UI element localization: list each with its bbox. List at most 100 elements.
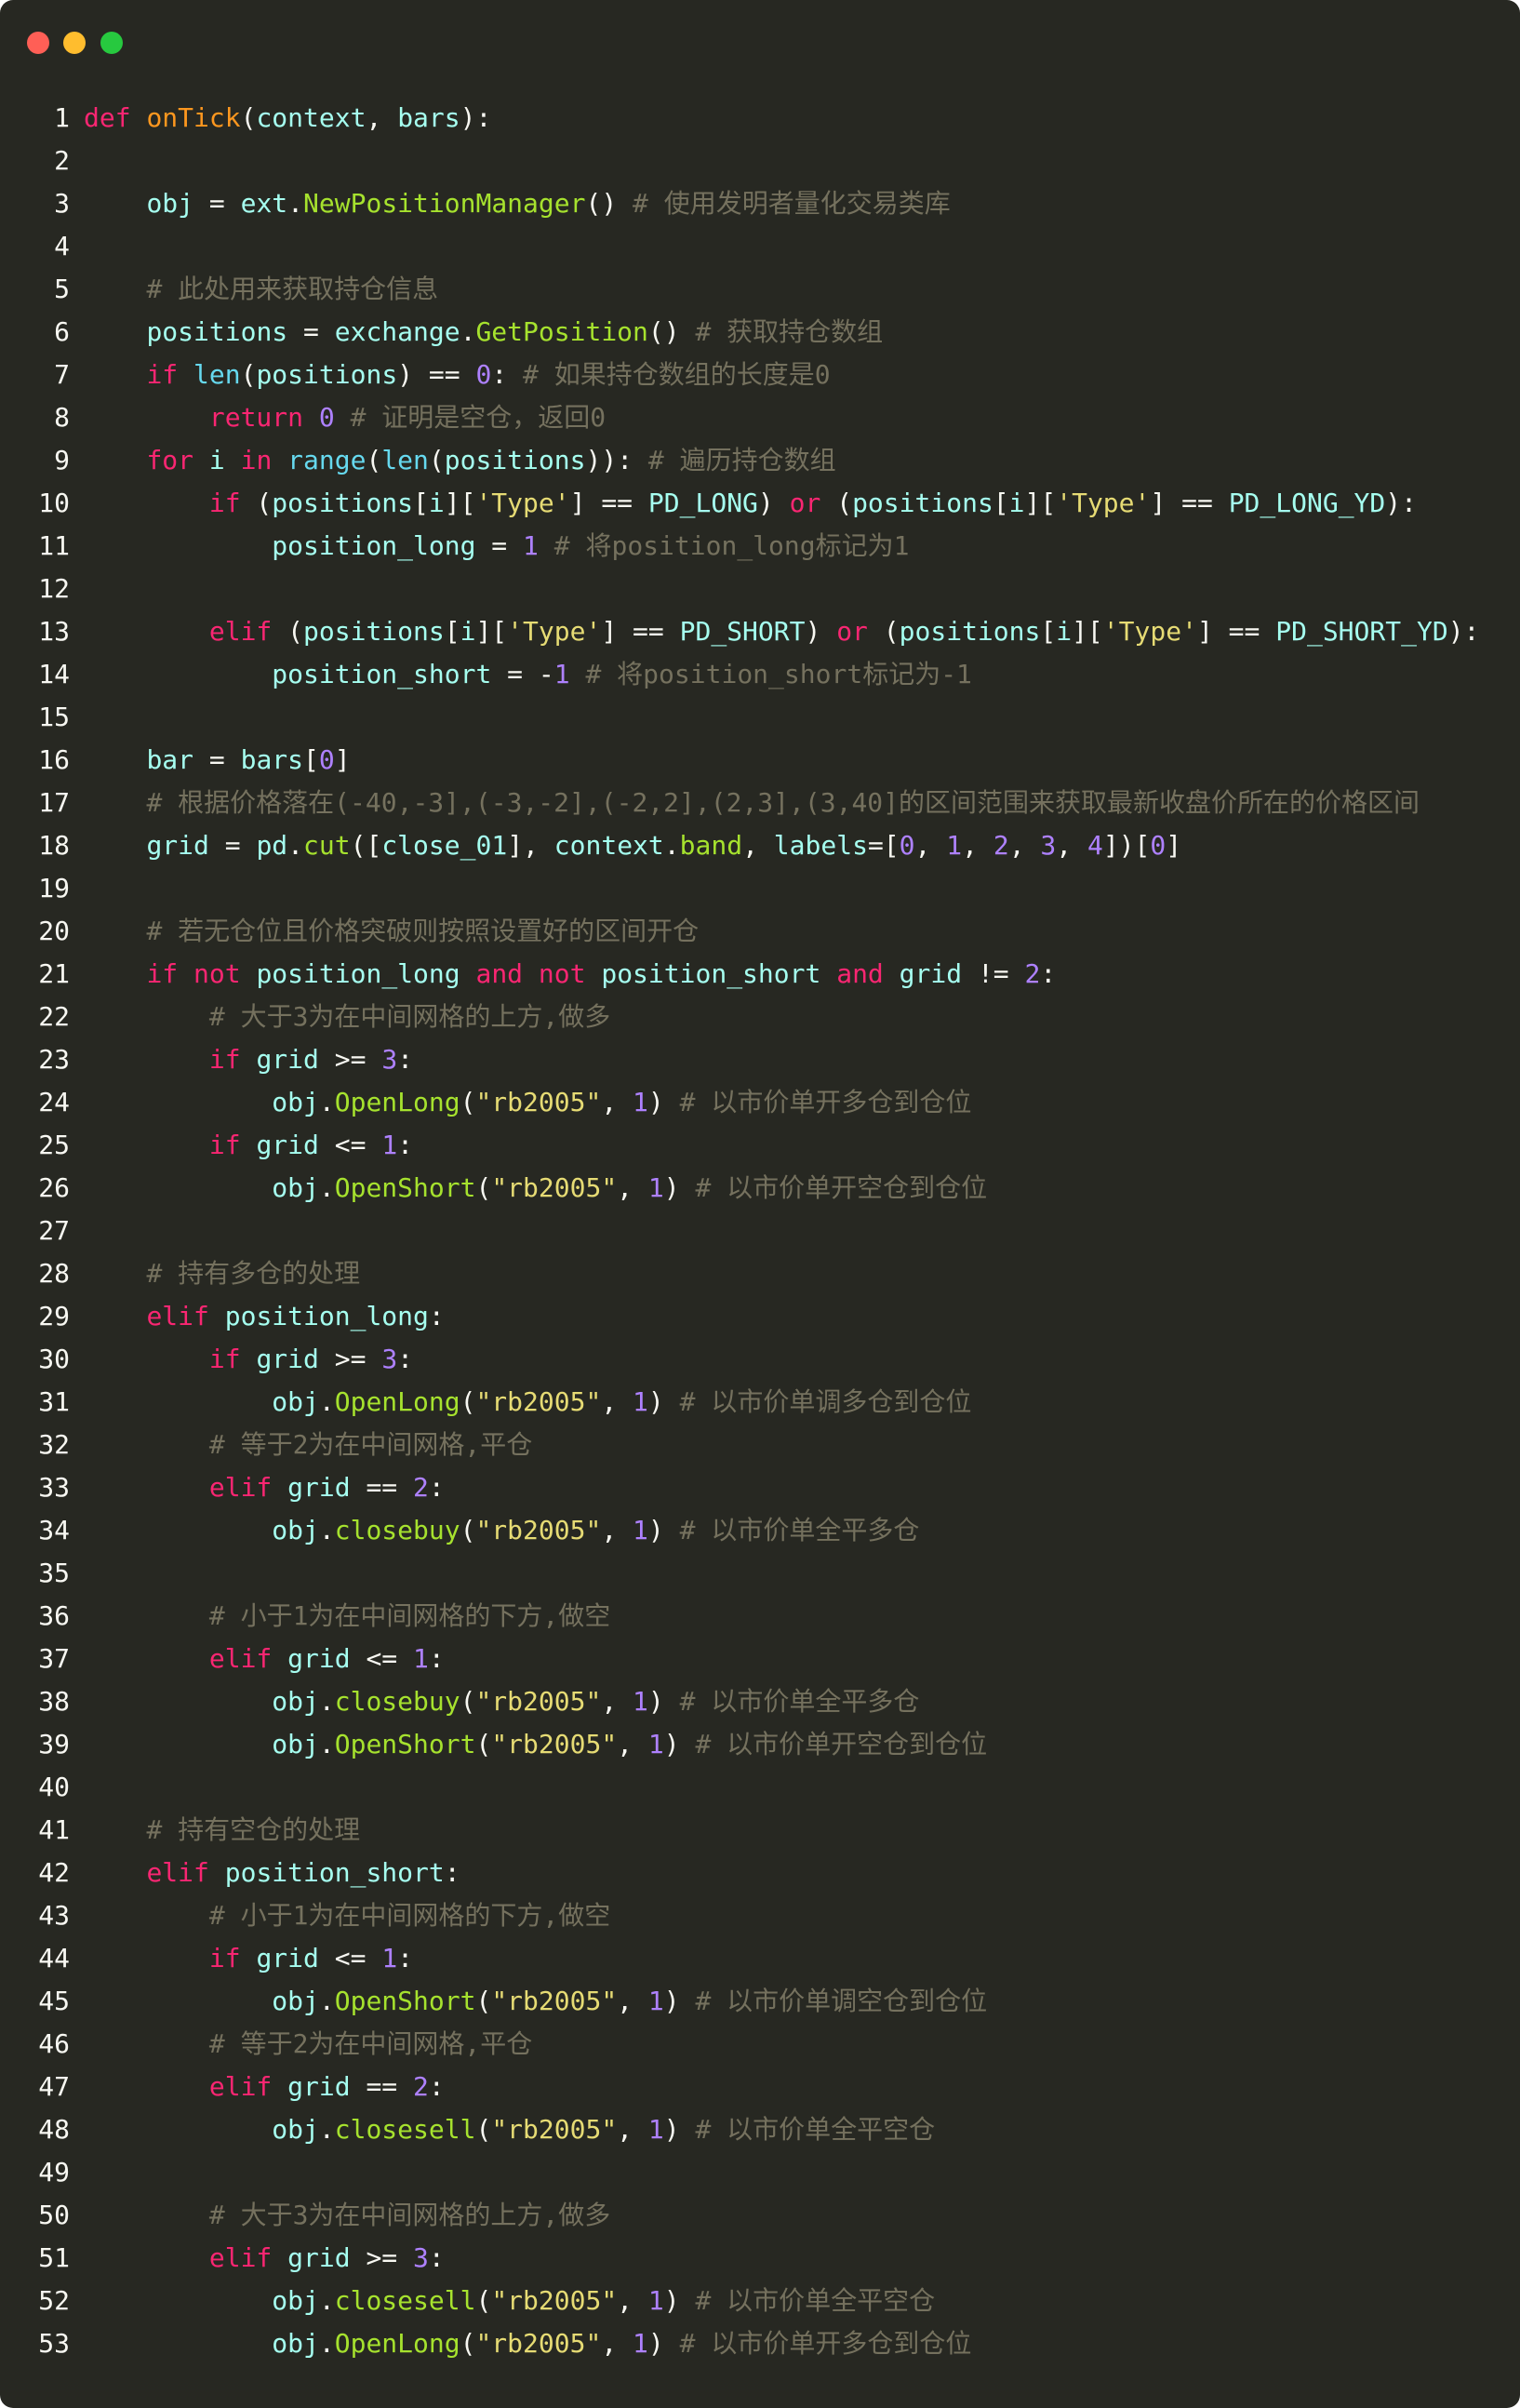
line-number: 18 <box>38 830 70 861</box>
code-text: : <box>1040 958 1057 989</box>
code-text: : <box>397 1130 414 1160</box>
identifier: i <box>1008 488 1025 518</box>
code-text: : <box>397 1344 414 1374</box>
code-text: , <box>601 2328 633 2359</box>
number-literal: 1 <box>633 1686 648 1717</box>
line-source: return 0 # 证明是空仓，返回0 <box>84 396 606 439</box>
maximize-window-icon[interactable] <box>100 32 123 54</box>
number-literal: 3 <box>381 1044 398 1075</box>
line-number: 49 <box>38 2157 70 2187</box>
code-text: : <box>428 1643 445 1674</box>
code-text: [ <box>413 488 429 518</box>
close-window-icon[interactable] <box>27 32 49 54</box>
identifier: grid <box>287 1643 351 1674</box>
code-text: . <box>318 2114 335 2145</box>
code-text: <= <box>318 1943 382 1973</box>
builtin-function: range <box>287 445 367 475</box>
identifier: grid <box>256 1344 319 1374</box>
code-comment: # 持有空仓的处理 <box>146 1814 361 1845</box>
identifier: close_01 <box>381 830 508 861</box>
identifier: exchange <box>334 316 460 347</box>
keyword: elif <box>208 1643 273 1674</box>
keyword: if <box>208 1130 241 1160</box>
identifier: obj <box>272 1386 319 1417</box>
number-literal: 3 <box>1040 830 1057 861</box>
method-call: closebuy <box>334 1515 460 1545</box>
keyword: in <box>240 445 273 475</box>
identifier: obj <box>272 1729 319 1759</box>
number-literal: 2 <box>413 2071 429 2102</box>
keyword: if <box>208 488 241 518</box>
code-text: ], <box>507 830 554 861</box>
line-number: 27 <box>38 1215 70 1246</box>
code-text: ([ <box>350 830 382 861</box>
code-text: ) <box>647 1686 680 1717</box>
identifier: ext <box>240 188 288 219</box>
code-text: ) <box>757 488 790 518</box>
line-number: 33 <box>38 1472 70 1503</box>
method-call: OpenLong <box>334 1087 460 1117</box>
code-comment: # 以市价单开空仓到仓位 <box>695 1729 988 1759</box>
number-literal: 1 <box>381 1943 398 1973</box>
code-text: , <box>962 830 993 861</box>
method-call: OpenLong <box>334 1386 460 1417</box>
code-text: ] <box>334 744 351 775</box>
line-source: obj.closesell("rb2005", 1) # 以市价单全平空仓 <box>84 2280 935 2322</box>
string-literal: "rb2005" <box>491 2114 618 2145</box>
code-text: = <box>193 744 241 775</box>
line-number: 21 <box>38 958 70 989</box>
identifier: grid <box>287 2071 351 2102</box>
code-text: . <box>318 1515 335 1545</box>
line-source: # 小于1为在中间网格的下方,做空 <box>84 1595 610 1638</box>
identifier: grid <box>287 1472 351 1503</box>
number-literal: 1 <box>647 1986 664 2016</box>
identifier: grid <box>256 1943 319 1973</box>
code-text: ) <box>647 1087 680 1117</box>
code-text: ( <box>460 2328 476 2359</box>
code-text: ) <box>647 2328 680 2359</box>
identifier: labels <box>773 830 868 861</box>
line-source: if grid <= 1: <box>84 1124 413 1167</box>
minimize-window-icon[interactable] <box>63 32 86 54</box>
identifier: i <box>208 445 225 475</box>
code-text: ( <box>240 488 273 518</box>
number-literal: 3 <box>381 1344 398 1374</box>
code-text: [ <box>1040 616 1057 647</box>
code-comment: # 等于2为在中间网格,平仓 <box>208 2028 533 2059</box>
code-comment: # 遍历持仓数组 <box>647 445 836 475</box>
code-text: == <box>350 1472 414 1503</box>
line-number: 40 <box>38 1772 70 1802</box>
identifier: bars <box>240 744 304 775</box>
line-source: grid = pd.cut([close_01], context.band, … <box>84 824 1181 867</box>
identifier: obj <box>272 1686 319 1717</box>
number-literal: 1 <box>647 2285 664 2316</box>
method-call: NewPositionManager <box>303 188 586 219</box>
code-text: . <box>663 830 680 861</box>
code-text: [ <box>993 488 1009 518</box>
line-number: 46 <box>38 2028 70 2059</box>
line-source: obj.OpenShort("rb2005", 1) # 以市价单调空仓到仓位 <box>84 1980 987 2023</box>
code-comment: # 小于1为在中间网格的下方,做空 <box>208 1600 611 1631</box>
code-text: ) <box>647 1515 680 1545</box>
code-comment: # 以市价单开多仓到仓位 <box>679 1087 972 1117</box>
line-source: positions = exchange.GetPosition() # 获取持… <box>84 311 883 354</box>
string-literal: "rb2005" <box>491 1986 618 2016</box>
line-source: # 若无仓位且价格突破则按照设置好的区间开仓 <box>84 910 699 953</box>
code-text: ( <box>240 102 257 133</box>
keyword: if <box>146 359 179 390</box>
line-number: 20 <box>38 916 70 946</box>
code-text: ( <box>240 359 257 390</box>
method-call: closesell <box>334 2114 476 2145</box>
